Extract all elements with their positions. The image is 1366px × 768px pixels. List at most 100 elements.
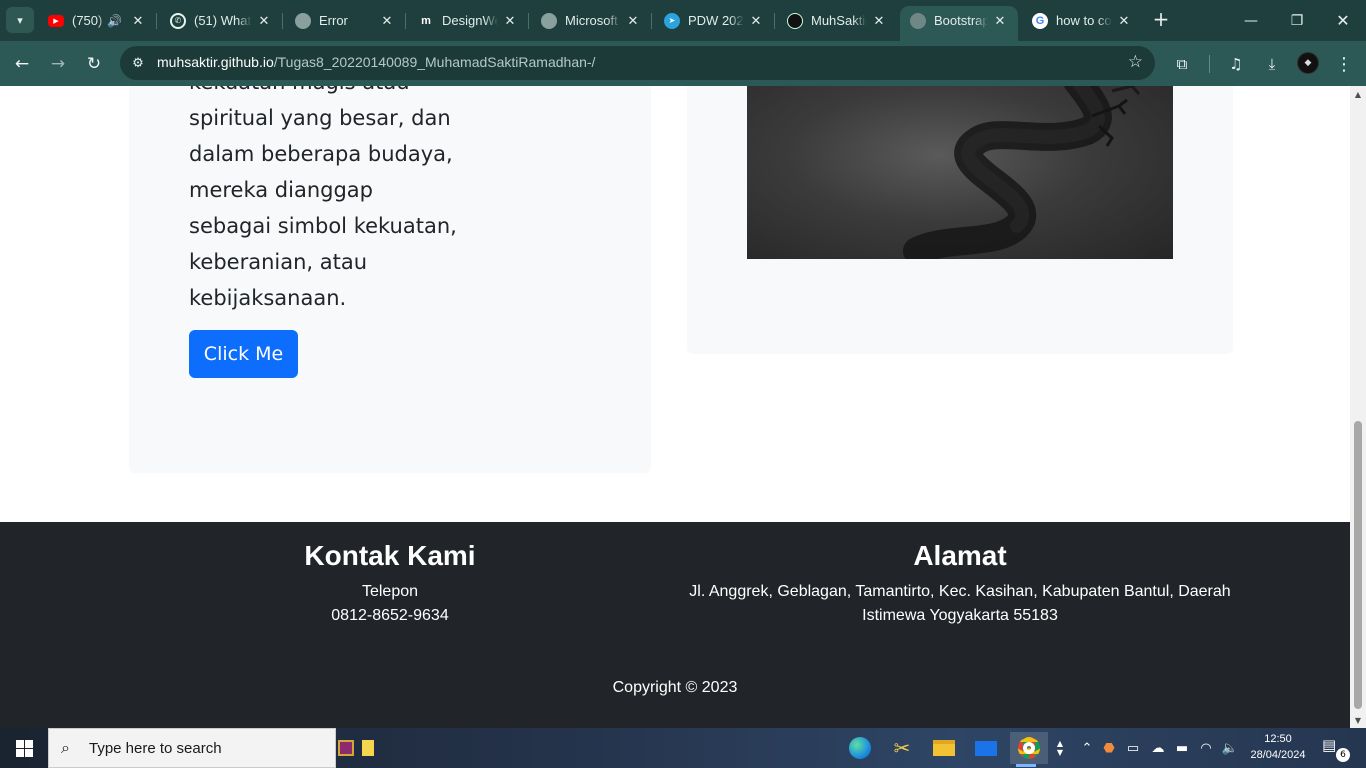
- tab-bootstrap-active[interactable]: Bootstrap ✕: [900, 6, 1018, 41]
- tab-separator: [528, 13, 529, 29]
- scroll-down-arrow-icon[interactable]: ▼: [1350, 712, 1366, 728]
- file-explorer-icon[interactable]: [928, 732, 960, 764]
- volume-icon[interactable]: 🔈: [1220, 728, 1240, 768]
- page-scrollbar[interactable]: ▲ ▼: [1350, 86, 1366, 728]
- new-tab-button[interactable]: +: [1150, 9, 1172, 31]
- reload-button[interactable]: ↻: [79, 49, 109, 79]
- minimize-button[interactable]: —: [1228, 0, 1274, 41]
- close-icon[interactable]: ✕: [130, 13, 146, 29]
- close-icon[interactable]: ✕: [871, 13, 887, 29]
- close-window-button[interactable]: ✕: [1320, 0, 1366, 41]
- site-settings-icon[interactable]: ⚙: [128, 53, 148, 73]
- arrow-left-icon: ←: [14, 54, 30, 74]
- notification-center-icon[interactable]: ▤ 6: [1322, 736, 1350, 762]
- address-bar[interactable]: ⚙ muhsaktir.github.io/Tugas8_20220140089…: [120, 46, 1155, 80]
- tab-separator: [651, 13, 652, 29]
- system-clock[interactable]: 12:50 28/04/2024: [1246, 731, 1310, 763]
- contact-heading: Kontak Kami: [304, 540, 476, 571]
- camera-icon[interactable]: ▭: [1124, 728, 1142, 768]
- download-icon[interactable]: ⤓: [1257, 49, 1287, 79]
- browser-toolbar: ← → ↻ ⚙ muhsaktir.github.io/Tugas8_20220…: [0, 41, 1366, 86]
- winrar-icon[interactable]: [336, 732, 356, 764]
- tab-title: Bootstrap: [934, 13, 988, 28]
- cloud-icon[interactable]: ☁: [1148, 728, 1168, 768]
- footer: Kontak Kami Telepon 0812-8652-9634 Alama…: [0, 522, 1350, 728]
- close-icon[interactable]: ✕: [625, 13, 641, 29]
- paragraph-line: dalam beberapa budaya,: [189, 142, 453, 166]
- tab-whatsapp[interactable]: ✆ (51) WhatsApp ✕: [160, 6, 283, 35]
- close-icon[interactable]: ✕: [748, 13, 764, 29]
- tab-title: Microsoft: [565, 13, 618, 28]
- show-hidden-icons[interactable]: ⌃: [1078, 728, 1096, 768]
- close-icon[interactable]: ✕: [992, 13, 1008, 29]
- tab-google[interactable]: G how to co ✕: [1022, 6, 1142, 35]
- contact-phone: 0812-8652-9634: [331, 607, 449, 624]
- copyright-text: Copyright © 2023: [612, 679, 738, 696]
- click-me-button[interactable]: Click Me: [189, 330, 298, 378]
- restore-button[interactable]: ❐: [1274, 0, 1320, 41]
- start-button[interactable]: [0, 728, 48, 768]
- search-icon: ⌕: [61, 738, 70, 757]
- browser-tab-strip: ▾ ▶ (750) 🔊 ✕ ✆ (51) WhatsApp ✕ Error ✕ …: [0, 0, 1366, 41]
- screen: ▾ ▶ (750) 🔊 ✕ ✆ (51) WhatsApp ✕ Error ✕ …: [0, 0, 1366, 768]
- chrome-icon[interactable]: [1010, 732, 1048, 767]
- taskbar-search-box[interactable]: ⌕ Type here to search: [48, 728, 336, 768]
- telegram-icon: ➤: [664, 12, 680, 29]
- tab-telegram[interactable]: ➤ PDW 2024 ✕: [654, 6, 775, 35]
- taskbar-scroll-arrows[interactable]: ▲ ▼: [1052, 728, 1068, 768]
- tab-title: PDW 2024: [688, 13, 744, 28]
- windows-taskbar: ⌕ Type here to search ✂ ▲ ▼ ⌃ ⬣ ▭ ☁ ▬ ◠ 🔈…: [0, 728, 1366, 768]
- scroll-up-arrow-icon[interactable]: ▲: [1350, 86, 1366, 102]
- arrow-right-icon: →: [50, 54, 66, 74]
- tab-separator: [282, 13, 283, 29]
- speaker-icon[interactable]: 🔊: [107, 14, 122, 28]
- bookmark-star-icon[interactable]: ☆: [1128, 52, 1143, 72]
- close-icon[interactable]: ✕: [379, 13, 395, 29]
- address-section: Alamat Jl. Anggrek, Geblagan, Tamantirto…: [680, 540, 1240, 628]
- paragraph-line: keberanian, atau: [189, 250, 368, 274]
- tab-designweb[interactable]: m DesignWeb ✕: [408, 6, 529, 35]
- menu-kebab-icon[interactable]: ⋮: [1329, 49, 1359, 79]
- mail-icon[interactable]: [970, 732, 1002, 764]
- paragraph-line: mereka dianggap: [189, 178, 374, 202]
- tab-microsoft[interactable]: Microsoft ✕: [531, 6, 652, 35]
- media-control-icon[interactable]: ♫: [1221, 49, 1251, 79]
- vscode-icon[interactable]: ✂: [886, 732, 918, 764]
- description-paragraph: kekuatan magis atau spiritual yang besar…: [189, 86, 469, 316]
- wifi-icon[interactable]: ◠: [1196, 728, 1216, 768]
- close-icon[interactable]: ✕: [256, 13, 272, 29]
- edge-icon[interactable]: [844, 732, 876, 764]
- search-placeholder: Type here to search: [89, 739, 222, 757]
- paragraph-line: spiritual yang besar, dan: [189, 106, 451, 130]
- tab-separator: [774, 13, 775, 29]
- close-icon[interactable]: ✕: [502, 13, 518, 29]
- chevron-down-icon: ▼: [1056, 748, 1064, 757]
- tab-error[interactable]: Error ✕: [285, 6, 406, 35]
- scrollbar-thumb[interactable]: [1354, 421, 1362, 709]
- globe-icon: [541, 12, 557, 29]
- profile-avatar[interactable]: ◆: [1297, 52, 1319, 74]
- whatsapp-icon: ✆: [170, 12, 186, 29]
- tab-github[interactable]: MuhSaktir ✕: [777, 6, 897, 35]
- extensions-icon[interactable]: ⧉: [1167, 49, 1197, 79]
- globe-icon: [910, 12, 926, 29]
- toolbar-divider: [1209, 55, 1210, 73]
- close-icon[interactable]: ✕: [1116, 13, 1132, 29]
- tab-youtube[interactable]: ▶ (750) 🔊 ✕: [38, 6, 157, 35]
- chevron-down-icon: ▾: [17, 13, 23, 27]
- forward-button[interactable]: →: [43, 49, 73, 79]
- sticky-notes-icon[interactable]: [358, 732, 378, 764]
- tab-separator: [156, 13, 157, 29]
- back-button[interactable]: ←: [7, 49, 37, 79]
- tab-title: Error: [319, 13, 348, 28]
- paragraph-line: kebijaksanaan.: [189, 286, 347, 310]
- google-icon: G: [1032, 12, 1048, 29]
- battery-icon[interactable]: ▬: [1172, 728, 1192, 768]
- url-text[interactable]: muhsaktir.github.io/Tugas8_20220140089_M…: [157, 54, 595, 70]
- tab-separator: [405, 13, 406, 29]
- url-path: /Tugas8_20220140089_MuhamadSaktiRamadhan…: [273, 54, 596, 70]
- github-icon: [787, 12, 803, 29]
- tab-search-button[interactable]: ▾: [6, 7, 34, 33]
- paragraph-line: kekuatan magis atau: [189, 86, 469, 100]
- app-tray-icon[interactable]: ⬣: [1100, 728, 1118, 768]
